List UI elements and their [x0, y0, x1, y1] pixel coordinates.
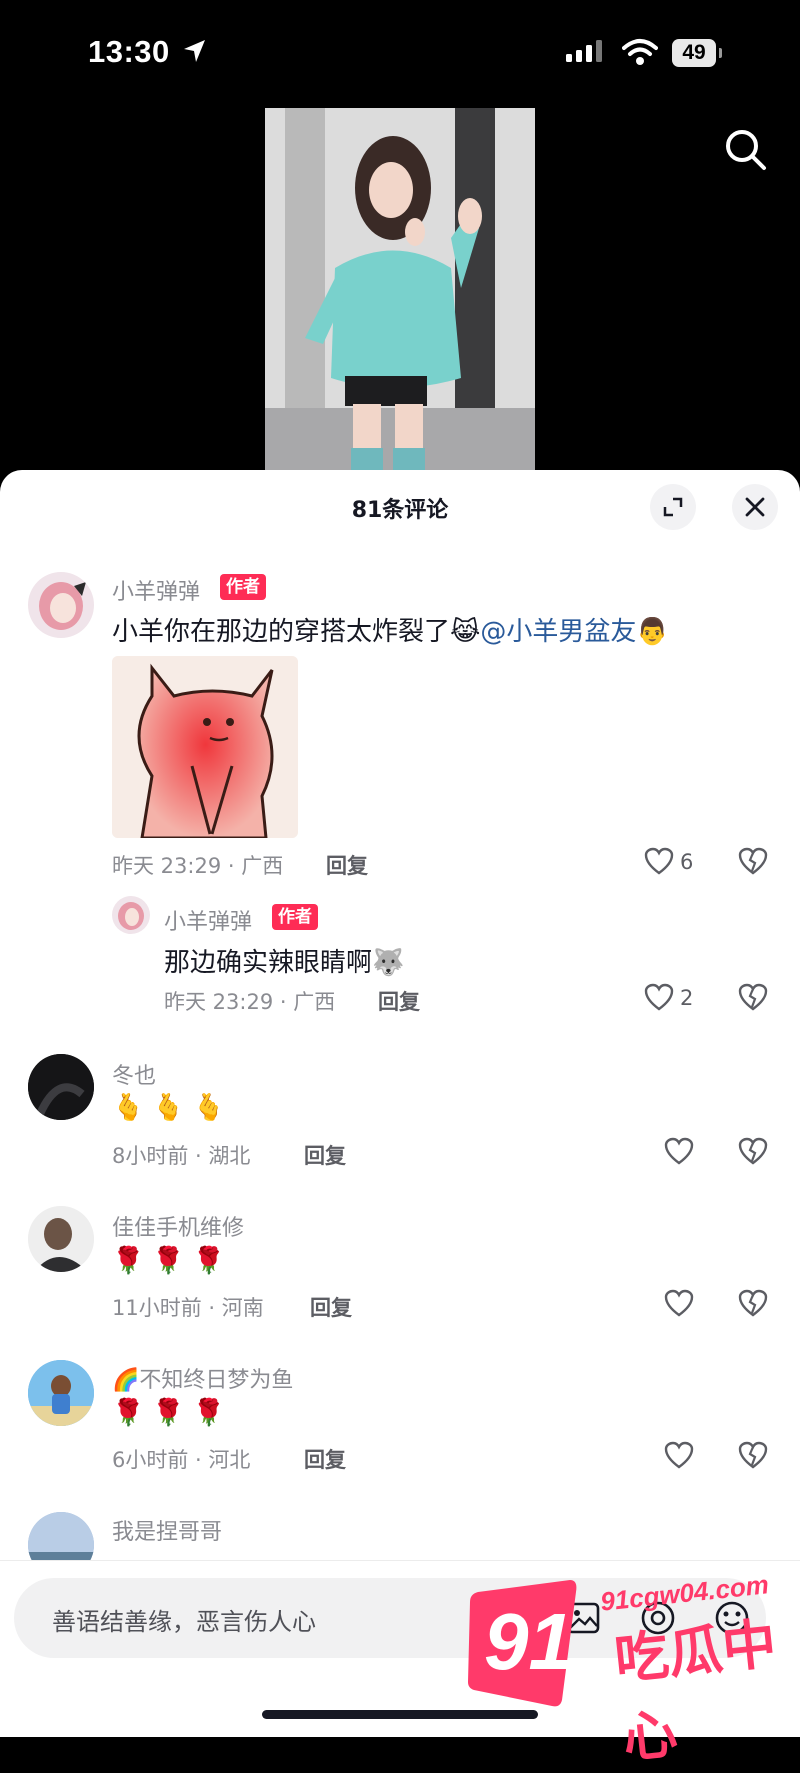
status-time: 13:30: [88, 34, 170, 69]
author-badge: 作者: [272, 904, 318, 930]
dislike-broken-heart-icon[interactable]: [738, 983, 768, 1011]
avatar[interactable]: [28, 1054, 94, 1120]
comment-username[interactable]: 佳佳手机维修: [112, 1210, 244, 1242]
comment-username[interactable]: 小羊弹弹: [164, 904, 252, 936]
comment-username[interactable]: 小羊弹弹: [112, 574, 200, 606]
comment-input-placeholder: 善语结善缘，恶言伤人心: [52, 1608, 316, 1636]
avatar[interactable]: [112, 896, 150, 934]
like-count: 2: [680, 986, 694, 1010]
like-heart-icon[interactable]: [644, 983, 674, 1011]
close-icon: [745, 497, 765, 517]
laughing-crying-emoji: 😹: [450, 617, 481, 647]
avatar[interactable]: [28, 1360, 94, 1426]
avatar-image: [28, 1054, 94, 1120]
cat-sticker-icon: [112, 656, 298, 838]
rainbow-emoji: 🌈: [112, 1368, 140, 1393]
reply-button[interactable]: 回复: [310, 1292, 352, 1322]
expand-button[interactable]: [650, 484, 696, 530]
expand-icon: [663, 497, 683, 517]
like-heart-icon[interactable]: [644, 847, 674, 875]
reply-button[interactable]: 回复: [326, 850, 368, 880]
comment-meta: 昨天 23:29 · 广西: [112, 854, 284, 878]
comment-meta: 昨天 23:29 · 广西: [164, 990, 336, 1014]
wifi-icon: [622, 39, 658, 65]
like-heart-icon[interactable]: [664, 1441, 694, 1469]
comment-meta: 6小时前 · 河北: [112, 1448, 251, 1472]
comment-sticker-image[interactable]: [112, 656, 298, 838]
mention-link[interactable]: @小羊男盆友: [480, 617, 636, 647]
comment-username[interactable]: 我是捏哥哥: [112, 1514, 222, 1546]
avatar[interactable]: [28, 572, 94, 638]
author-badge: 作者: [220, 574, 266, 600]
comment-username[interactable]: 冬也: [112, 1058, 156, 1090]
reply-button[interactable]: 回复: [304, 1444, 346, 1474]
like-heart-icon[interactable]: [664, 1137, 694, 1165]
location-arrow-icon: [184, 40, 205, 62]
search-icon[interactable]: [724, 128, 768, 172]
dislike-broken-heart-icon[interactable]: [738, 1289, 768, 1317]
signal-icon: [566, 40, 602, 62]
avatar-image: [118, 902, 144, 930]
dislike-broken-heart-icon[interactable]: [738, 1441, 768, 1469]
avatar-image: [28, 1206, 94, 1272]
husky-emoji: 🐺: [372, 948, 405, 978]
avatar[interactable]: [28, 1206, 94, 1272]
video-frame-image: [265, 108, 535, 470]
reply-button[interactable]: 回复: [304, 1140, 346, 1170]
avatar-image: [28, 1360, 94, 1426]
comment-text: 🌹🌹🌹: [112, 1398, 234, 1428]
man-emoji: 👨: [636, 617, 669, 647]
like-heart-icon[interactable]: [664, 1289, 694, 1317]
home-indicator: [262, 1710, 538, 1719]
battery-indicator: 49: [672, 39, 722, 67]
video-preview[interactable]: [265, 108, 535, 470]
avatar-image: [39, 582, 86, 630]
comment-text: 🌹🌹🌹: [112, 1246, 234, 1276]
reply-button[interactable]: 回复: [378, 986, 420, 1016]
comment-text: 🫰🫰🫰: [112, 1093, 234, 1123]
dislike-broken-heart-icon[interactable]: [738, 1137, 768, 1165]
comment-meta: 8小时前 · 湖北: [112, 1144, 251, 1168]
comment-text: 小羊你在那边的穿搭太炸裂了😹@小羊男盆友👨: [112, 617, 669, 647]
comment-username[interactable]: 🌈不知终日梦为鱼: [112, 1362, 293, 1394]
watermark-number: 91: [484, 1597, 573, 1686]
dislike-broken-heart-icon[interactable]: [738, 847, 768, 875]
comment-meta: 11小时前 · 河南: [112, 1296, 264, 1320]
status-bar: 13:30 49: [0, 0, 800, 100]
comment-text: 那边确实辣眼睛啊🐺: [164, 948, 405, 978]
like-count: 6: [680, 850, 694, 874]
close-button[interactable]: [732, 484, 778, 530]
watermark-name: 吃瓜中心: [611, 1611, 780, 1771]
